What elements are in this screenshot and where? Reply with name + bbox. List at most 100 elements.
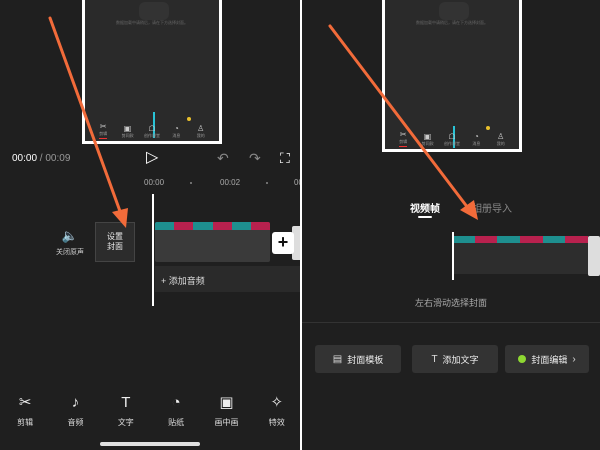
preview-tab: ☖ 创作课堂	[443, 132, 461, 147]
video-preview: 数据加载中请稍后，请在下方选择封面。 ✂ 剪辑 ▣ 剪同款 ☖ 创作课堂 ◔ 消息 ♙ 我…	[82, 0, 222, 144]
preview-tab-label: 剪辑	[399, 139, 408, 144]
mute-label: 关闭原声	[56, 249, 84, 256]
bell-icon: ◔	[473, 132, 479, 141]
tab-video-frame[interactable]: 视频帧	[410, 200, 440, 215]
video-clip-track[interactable]	[155, 222, 270, 262]
bottom-toolbar: ✂ 剪辑 ♪ 音频 T 文字 ◔ 贴纸 ▣ 画中画 ✧ 特效	[0, 395, 302, 435]
template-icon: ▣	[423, 132, 432, 141]
tool-label: 文字	[117, 418, 134, 427]
preview-caption: 数据加载中请稍后，请在下方选择封面。	[416, 20, 488, 25]
set-cover-button[interactable]: 设置 封面	[95, 222, 135, 262]
ruler-tick: 00:02	[220, 178, 241, 187]
section-divider	[302, 322, 600, 323]
tab-album-import[interactable]: 相册导入	[472, 200, 512, 215]
preview-tab-indicator	[99, 138, 108, 139]
text-icon: T	[121, 394, 131, 411]
tool-label: 特效	[268, 418, 285, 427]
cover-template-label: 封面模板	[347, 354, 384, 365]
preview-tab: ▣ 剪同款	[419, 132, 437, 147]
tool-sticker[interactable]: ◔ 贴纸	[156, 395, 196, 435]
cover-label-line1: 设置	[107, 232, 123, 241]
preview-tab-label: 创作课堂	[443, 141, 460, 146]
chevron-right-icon: ›	[572, 353, 576, 365]
scissors-icon: ✂	[18, 394, 32, 411]
preview-tab: ✂ 剪辑	[394, 130, 412, 147]
preview-tab-label: 我的	[196, 133, 205, 138]
tool-label: 音频	[67, 418, 84, 427]
preview-tab: ♙ 我的	[192, 124, 210, 139]
scissors-icon: ✂	[99, 122, 107, 131]
preview-tab-label: 消息	[472, 141, 481, 146]
text-icon: T	[431, 353, 438, 365]
preview-tab: ◔ 消息	[167, 124, 185, 139]
tool-edit[interactable]: ✂ 剪辑	[5, 395, 45, 435]
frame-strip[interactable]	[452, 236, 588, 274]
ruler-tick: 00:00	[144, 178, 165, 187]
right-cover-panel: 数据加载中请稍后，请在下方选择封面。 ✂ 剪辑 ▣ 剪同款 ☖ 创作课堂 ◔ 消息 ♙ 我…	[302, 0, 600, 450]
cover-edit-label: 封面编辑	[531, 354, 568, 365]
notification-dot	[187, 117, 191, 121]
preview-tab: ✂ 剪辑	[94, 122, 112, 139]
frame-selector[interactable]	[452, 232, 454, 280]
preview-tab: ☖ 创作课堂	[143, 124, 161, 139]
user-icon: ♙	[197, 124, 205, 133]
cover-template-button[interactable]: ▤ 封面模板	[315, 345, 401, 373]
add-text-button[interactable]: T 添加文字	[412, 345, 498, 373]
current-time: 00:00	[12, 153, 38, 164]
sticker-icon: ◔	[171, 394, 181, 411]
active-tab-underline	[418, 216, 432, 218]
preview-caption: 数据加载中请稍后，请在下方选择封面。	[116, 20, 188, 25]
preview-tab-label: 剪辑	[99, 131, 108, 136]
preview-tab-label: 创作课堂	[143, 133, 160, 138]
frame-strip-end-thumb	[588, 236, 600, 276]
fullscreen-icon[interactable]: ⛶	[280, 151, 290, 165]
preview-tab-indicator	[399, 146, 408, 147]
tool-label: 贴纸	[168, 418, 185, 427]
tool-pip[interactable]: ▣ 画中画	[206, 395, 246, 435]
add-text-label: 添加文字	[442, 354, 479, 365]
ruler-dot	[190, 182, 192, 184]
preview-placeholder-graphic	[139, 2, 169, 20]
template-icon: ▣	[123, 124, 132, 133]
tool-label: 剪辑	[17, 418, 34, 427]
add-clip-button[interactable]: +	[272, 232, 294, 254]
template-icon: ▤	[332, 353, 343, 365]
timecode: 00:00 / 00:09	[12, 153, 70, 164]
cover-label-line2: 封面	[107, 242, 123, 251]
preview-tab-label: 剪同款	[121, 133, 134, 138]
speaker-icon: 🔈	[61, 228, 79, 243]
music-note-icon: ♪	[71, 394, 80, 411]
total-time: 00:09	[45, 153, 71, 164]
user-icon: ♙	[497, 132, 505, 141]
tool-effects[interactable]: ✧ 特效	[257, 395, 297, 435]
cover-preview: 数据加载中请稍后，请在下方选择封面。 ✂ 剪辑 ▣ 剪同款 ☖ 创作课堂 ◔ 消息 ♙ 我…	[382, 0, 522, 152]
add-audio-button[interactable]: + 添加音频	[155, 266, 302, 292]
classroom-icon: ☖	[148, 124, 156, 133]
preview-placeholder-graphic	[439, 2, 469, 20]
scissors-icon: ✂	[399, 130, 407, 139]
timeline-playhead[interactable]	[152, 194, 154, 306]
redo-icon[interactable]: ↷	[249, 151, 261, 165]
mute-original-audio-button[interactable]: 🔈 关闭原声	[50, 228, 90, 257]
left-editor-panel: 数据加载中请稍后，请在下方选择封面。 ✂ 剪辑 ▣ 剪同款 ☖ 创作课堂 ◔ 消息 ♙ 我…	[0, 0, 302, 450]
picture-in-picture-icon: ▣	[219, 394, 234, 411]
preview-tab: ♙ 我的	[492, 132, 510, 147]
preview-tab-label: 剪同款	[421, 141, 434, 146]
notification-dot	[486, 126, 490, 130]
tool-text[interactable]: T 文字	[106, 395, 146, 435]
bell-icon: ◔	[173, 124, 179, 133]
tool-audio[interactable]: ♪ 音频	[55, 395, 95, 435]
tool-label: 画中画	[214, 418, 239, 427]
classroom-icon: ☖	[448, 132, 456, 141]
undo-icon[interactable]: ↶	[217, 151, 229, 165]
preview-tab-bar: ✂ 剪辑 ▣ 剪同款 ☖ 创作课堂 ◔ 消息 ♙ 我的	[391, 125, 513, 147]
cover-edit-button[interactable]: 封面编辑 ›	[505, 345, 589, 373]
preview-tab-label: 消息	[172, 133, 181, 138]
preview-tab-label: 我的	[496, 141, 505, 146]
status-dot-icon	[518, 355, 527, 363]
sparkle-icon: ✧	[270, 394, 284, 411]
preview-tab-bar: ✂ 剪辑 ▣ 剪同款 ☖ 创作课堂 ◔ 消息 ♙ 我的	[91, 117, 213, 139]
preview-tab: ◔ 消息	[467, 132, 485, 147]
play-icon[interactable]: ▷	[146, 150, 158, 166]
ruler-dot	[266, 182, 268, 184]
